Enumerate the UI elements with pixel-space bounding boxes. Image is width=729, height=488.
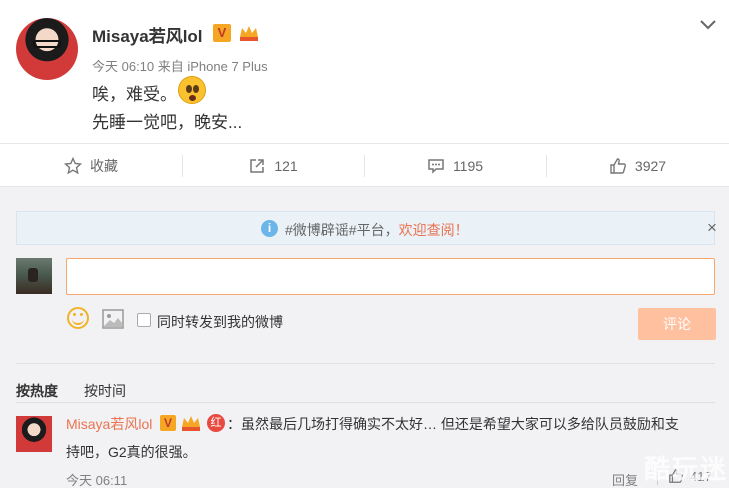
- comment-button[interactable]: 1195: [364, 144, 546, 188]
- like-count: 3927: [634, 158, 667, 174]
- repost-button[interactable]: 121: [182, 144, 364, 188]
- author-avatar[interactable]: [16, 18, 78, 80]
- post-meta: 今天 06:10 来自 iPhone 7 Plus: [92, 59, 268, 74]
- repost-icon: [250, 159, 265, 173]
- divider: [16, 363, 715, 364]
- thumbs-up-icon: [610, 158, 626, 174]
- weibo-post: Misaya若风lol V 今天 06:10 来自 iPhone 7 Plus …: [0, 0, 729, 143]
- verified-v-icon: V: [160, 415, 176, 431]
- verified-v-icon: V: [213, 24, 231, 42]
- author-name[interactable]: Misaya若风lol: [92, 22, 203, 47]
- repost-checkbox-label[interactable]: 同时转发到我的微博: [157, 312, 283, 332]
- commenter-name[interactable]: Misaya若风lol: [66, 414, 152, 434]
- post-text-line1: 唉，难受。: [92, 85, 177, 104]
- repost-checkbox[interactable]: [137, 313, 151, 327]
- member-crown-icon: [182, 416, 200, 431]
- like-button[interactable]: 3927: [546, 144, 729, 188]
- emoji-icon[interactable]: [67, 307, 89, 329]
- comment-icon: [428, 159, 444, 174]
- star-icon: [64, 157, 82, 175]
- submit-comment-button[interactable]: 评论: [638, 308, 716, 340]
- comment-section: i #微博辟谣#平台，欢迎查阅！ × 同时转发到我的微博 评论 按热度 按时间 …: [0, 187, 729, 488]
- divider: [16, 402, 715, 403]
- chevron-down-icon[interactable]: [698, 14, 718, 34]
- rumor-notice-bar: i #微博辟谣#平台，欢迎查阅！ ×: [16, 211, 717, 245]
- favorite-label: 收藏: [90, 158, 118, 174]
- sad-face-emoji-icon: [178, 76, 206, 104]
- sort-by-hot-tab[interactable]: 按热度: [16, 381, 58, 401]
- repost-count: 121: [274, 158, 298, 174]
- post-text-line2: 先睡一觉吧，晚安...: [92, 113, 243, 132]
- comment-input[interactable]: [66, 258, 715, 295]
- comment-text-line1: ：虽然最后几场打得确实不太好… 但还是希望大家可以多给队员鼓励和支: [227, 416, 679, 432]
- current-user-avatar: [16, 258, 52, 294]
- reply-link[interactable]: 回复: [612, 470, 638, 488]
- comment-text-line2: 持吧，G2真的很强。: [66, 444, 197, 460]
- watermark: 酷玩迷: [644, 454, 729, 484]
- comment-time: 今天 06:11: [66, 473, 128, 488]
- member-crown-icon: [240, 26, 258, 41]
- sort-by-time-tab[interactable]: 按时间: [84, 381, 126, 401]
- favorite-button[interactable]: 收藏: [0, 144, 182, 188]
- notice-link[interactable]: 欢迎查阅！: [399, 222, 469, 238]
- info-icon: i: [261, 220, 278, 237]
- comment-count: 1195: [452, 158, 484, 174]
- red-badge-icon: 红: [207, 414, 225, 432]
- action-bar: 收藏 121 1195 3927: [0, 143, 729, 187]
- image-icon[interactable]: [102, 309, 124, 329]
- commenter-avatar[interactable]: [16, 416, 52, 452]
- close-icon[interactable]: ×: [707, 218, 717, 238]
- notice-text: #微博辟谣#平台，: [285, 222, 399, 238]
